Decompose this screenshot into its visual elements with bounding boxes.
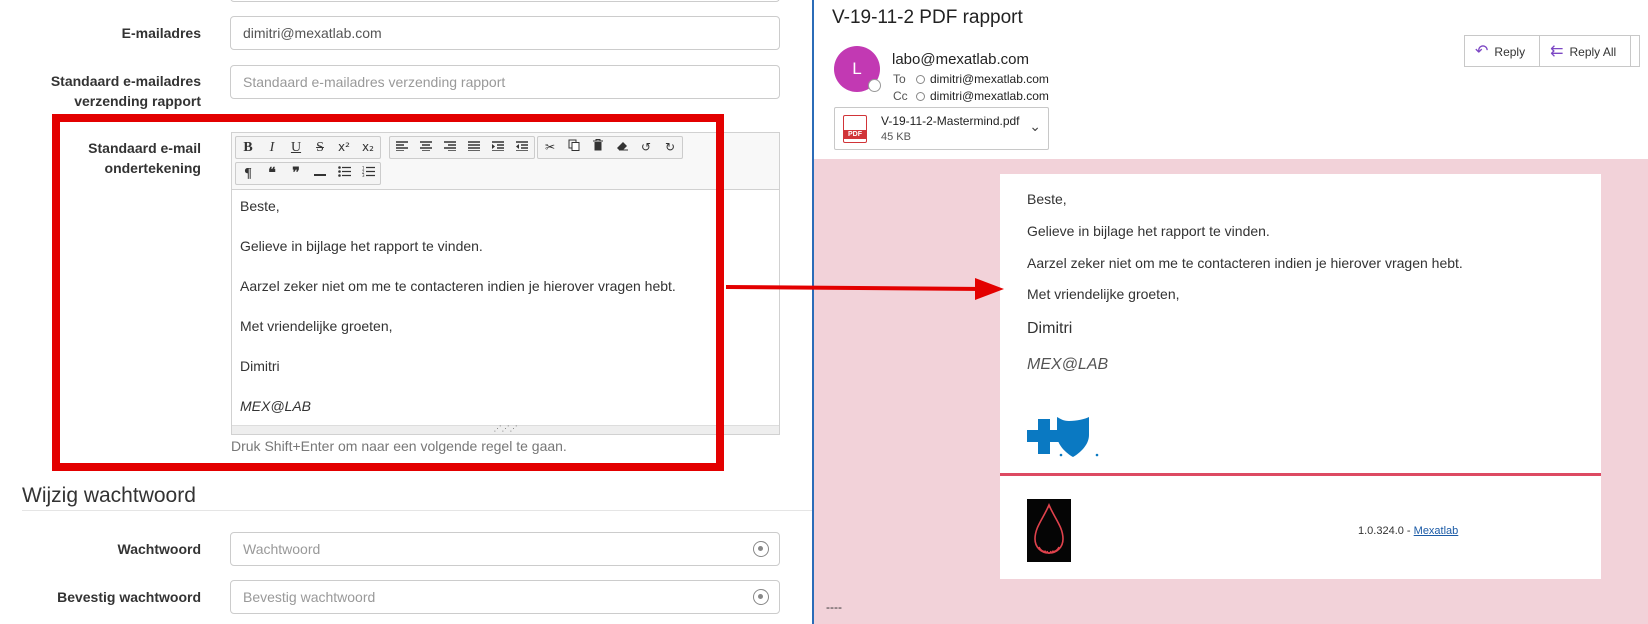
settings-form: E-mailadres dimitri@mexatlab.com Standaa… [0, 0, 812, 624]
version-number: 1.0.324.0 - [1358, 525, 1414, 537]
to-address: dimitri@mexatlab.com [930, 72, 1049, 86]
reply-all-button[interactable]: ⇇ Reply All [1540, 36, 1632, 66]
password-input[interactable]: Wachtwoord [230, 532, 780, 566]
reply-all-label: Reply All [1569, 45, 1617, 59]
email-input[interactable]: dimitri@mexatlab.com [230, 16, 780, 50]
reply-toolbar: ↶ Reply ⇇ Reply All [1464, 35, 1641, 67]
attachment-card[interactable]: PDF V-19-11-2-Mastermind.pdf 45 KB ⌄ [834, 107, 1049, 150]
chevron-down-icon[interactable]: ⌄ [1029, 119, 1041, 135]
to-presence-icon [916, 75, 925, 84]
confirm-password-placeholder: Bevestig wachtwoord [243, 589, 376, 605]
password-reveal-icon[interactable] [753, 541, 769, 557]
previous-input-edge [230, 0, 780, 2]
to-label: To [893, 72, 906, 86]
cross-shield-logo-icon [1027, 417, 1099, 457]
attachment-name: V-19-11-2-Mastermind.pdf [881, 114, 1020, 128]
cc-address: dimitri@mexatlab.com [930, 89, 1049, 103]
email-preview: V-19-11-2 PDF rapport L labo@mexatlab.co… [812, 0, 1648, 624]
signature-divider [1000, 473, 1601, 476]
more-actions-button[interactable] [1631, 36, 1639, 66]
footer-dashes: ---- [826, 600, 842, 614]
signature-company: MEX@LAB [1027, 356, 1109, 373]
mexatlab-drop-logo-icon [1027, 499, 1071, 562]
report-email-label-line1: Standaard e-mailadres [50, 73, 201, 89]
presence-indicator [868, 79, 881, 92]
pdf-badge: PDF [843, 130, 867, 139]
attachment-size: 45 KB [881, 131, 911, 143]
body-line-regards: Met vriendelijke groeten, [1027, 286, 1180, 302]
body-line-contact: Aarzel zeker niet om me te contacteren i… [1027, 255, 1463, 271]
cc-label: Cc [893, 89, 908, 103]
password-label: Wachtwoord [117, 541, 201, 557]
confirm-password-reveal-icon[interactable] [753, 589, 769, 605]
body-line-attachment: Gelieve in bijlage het rapport te vinden… [1027, 223, 1270, 239]
pdf-file-icon: PDF [843, 115, 867, 143]
confirm-password-input[interactable]: Bevestig wachtwoord [230, 580, 780, 614]
cc-recipient[interactable]: dimitri@mexatlab.com [916, 89, 1049, 103]
reply-icon: ↶ [1475, 41, 1489, 60]
email-subject: V-19-11-2 PDF rapport [832, 7, 1023, 28]
report-email-label-line2: verzending rapport [74, 93, 201, 109]
email-body-background: Beste, Gelieve in bijlage het rapport te… [814, 159, 1648, 624]
version-text: 1.0.324.0 - Mexatlab [1358, 525, 1458, 537]
body-line-greeting: Beste, [1027, 191, 1067, 207]
change-password-title: Wijzig wachtwoord [22, 484, 196, 507]
highlight-box [52, 114, 724, 471]
reply-all-icon: ⇇ [1550, 41, 1564, 60]
section-divider [22, 510, 812, 511]
report-email-input[interactable]: Standaard e-mailadres verzending rapport [230, 65, 780, 99]
report-email-label: Standaard e-mailadres verzending rapport [0, 71, 201, 111]
email-label: E-mailadres [121, 25, 201, 41]
email-body-card: Beste, Gelieve in bijlage het rapport te… [1000, 174, 1601, 579]
cc-presence-icon [916, 92, 925, 101]
to-recipient[interactable]: dimitri@mexatlab.com [916, 72, 1049, 86]
mexatlab-link[interactable]: Mexatlab [1414, 525, 1459, 537]
signature-name: Dimitri [1027, 320, 1073, 337]
password-placeholder: Wachtwoord [243, 541, 321, 557]
reply-button[interactable]: ↶ Reply [1465, 36, 1541, 66]
reply-label: Reply [1494, 45, 1526, 59]
confirm-password-label: Bevestig wachtwoord [57, 589, 201, 605]
sender-address[interactable]: labo@mexatlab.com [892, 51, 1029, 68]
